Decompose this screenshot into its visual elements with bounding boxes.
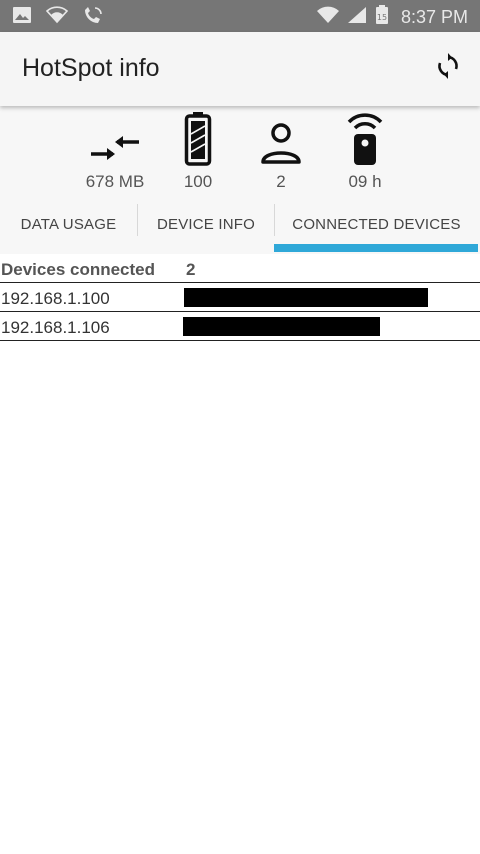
devices-table: Devices connected 2 192.168.1.100 192.16… [0,254,480,341]
tab-device-info[interactable]: DEVICE INFO [138,196,274,252]
data-transfer-icon [70,106,160,166]
battery-icon: 15 [375,5,389,30]
stat-connected-users: 2 [236,106,326,192]
refresh-button[interactable] [434,52,462,84]
stat-uptime-value: 09 h [348,172,382,191]
devices-connected-count: 2 [186,260,196,279]
stat-connected-users-value: 2 [276,172,286,191]
image-icon [12,6,32,29]
cell-signal-icon [347,6,367,29]
status-time: 8:37 PM [400,7,468,27]
tab-selected-indicator [274,244,478,252]
wifi-hotspot-icon [45,6,69,29]
redacted-device-name [184,288,428,307]
table-row[interactable]: 192.168.1.100 [0,283,480,311]
status-right-icons: 15 8:37 PM [316,5,468,30]
table-header-row: Devices connected 2 [0,254,480,282]
stat-battery-value: 100 [183,172,213,191]
status-left-icons [12,6,104,29]
battery-full-icon [153,106,243,166]
devices-connected-label: Devices connected [1,260,156,279]
device-ip: 192.168.1.106 [1,318,110,337]
phone-icon [82,6,104,29]
person-icon [236,106,326,166]
table-row[interactable]: 192.168.1.106 [0,312,480,340]
stat-data-usage-value: 678 MB [85,172,145,191]
tab-data-usage[interactable]: DATA USAGE [0,196,137,252]
wifi-signal-icon [316,6,339,29]
device-ip: 192.168.1.100 [1,289,110,308]
refresh-icon [435,52,461,84]
row-divider [0,340,480,341]
stat-data-usage: 678 MB [70,106,160,192]
hotspot-device-icon [320,106,410,166]
svg-text:15: 15 [377,13,387,22]
app-title: HotSpot info [22,54,160,82]
stat-battery: 100 [153,106,243,192]
redacted-device-name [183,317,380,336]
app-bar: HotSpot info [0,32,480,106]
stat-uptime: 09 h [320,106,410,192]
status-bar: 15 8:37 PM [0,0,480,32]
